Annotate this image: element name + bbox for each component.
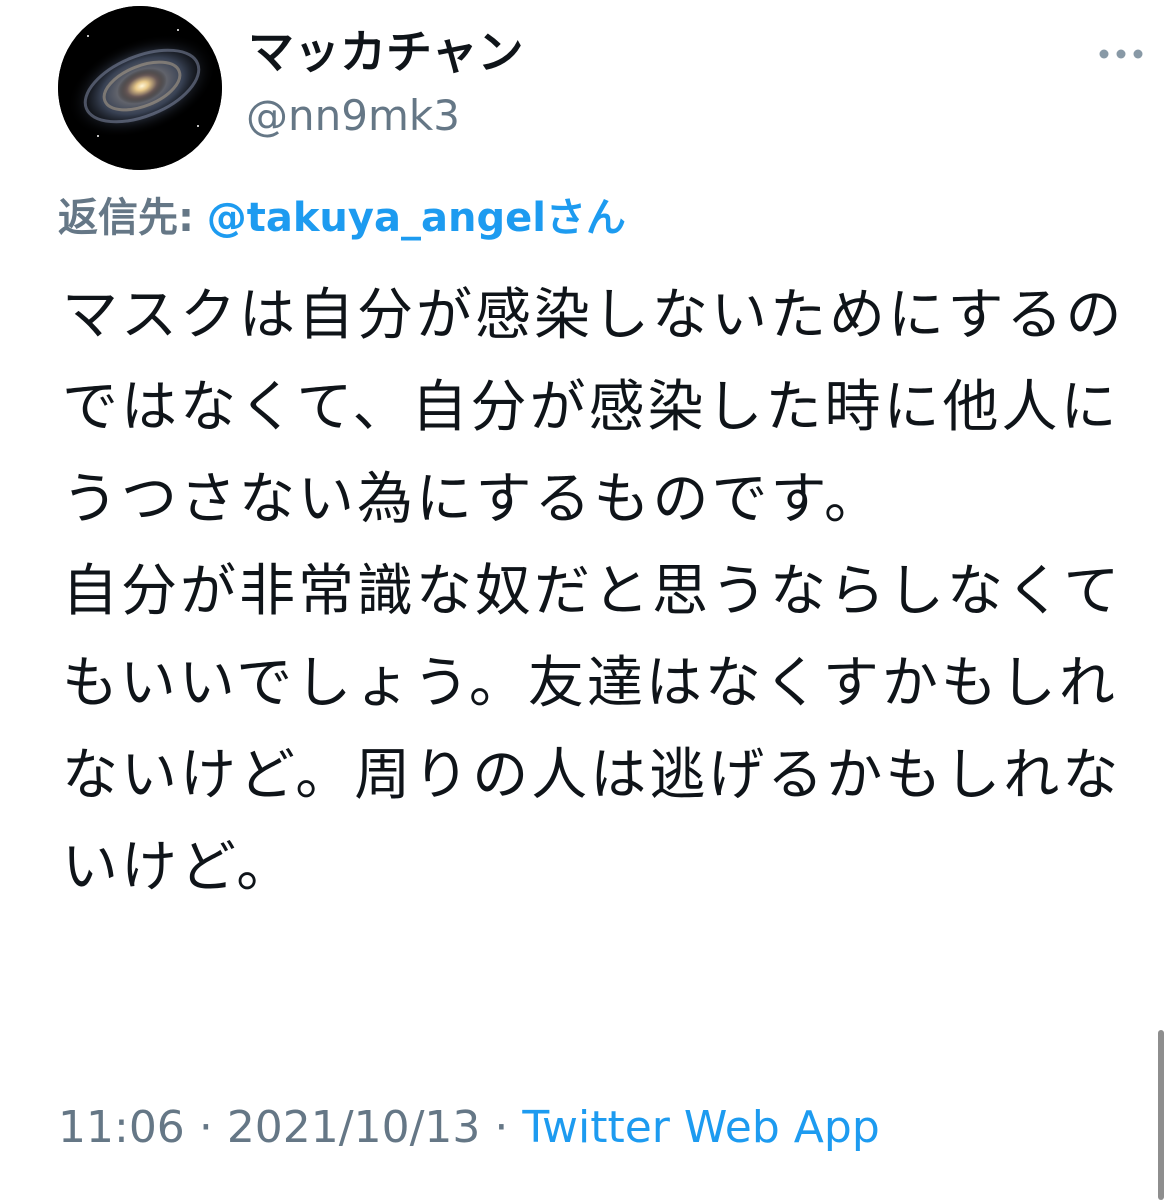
reply-to-user-link[interactable]: @takuya_angelさん	[207, 195, 626, 241]
meta-separator: ·	[494, 1102, 509, 1153]
galaxy-icon	[58, 6, 222, 170]
reply-prefix: 返信先:	[58, 195, 194, 241]
avatar[interactable]	[58, 6, 222, 170]
tweet-date[interactable]: 2021/10/13	[227, 1102, 481, 1153]
tweet-time[interactable]: 11:06	[58, 1102, 185, 1153]
more-horizontal-icon[interactable]	[1098, 44, 1144, 64]
scrollbar[interactable]	[1158, 1030, 1164, 1200]
user-handle[interactable]: @nn9mk3	[246, 88, 460, 144]
display-name[interactable]: マッカチャン	[248, 22, 524, 82]
tweet-source-link[interactable]: Twitter Web App	[522, 1102, 879, 1153]
reply-context: 返信先: @takuya_angelさん	[58, 190, 626, 246]
tweet-meta: 11:06 · 2021/10/13 · Twitter Web App	[58, 1098, 880, 1158]
tweet: マッカチャン @nn9mk3 返信先: @takuya_angelさん マスクは…	[0, 0, 1176, 1200]
meta-separator: ·	[198, 1102, 213, 1153]
tweet-text: マスクは自分が感染しないためにするのではなくて、自分が感染した時に他人にうつさな…	[62, 283, 1125, 900]
